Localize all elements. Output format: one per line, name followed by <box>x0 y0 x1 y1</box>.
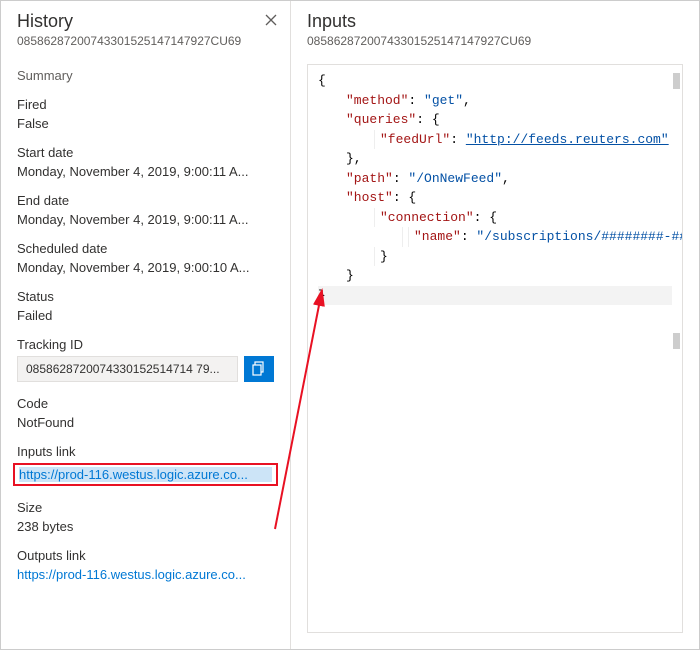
inputs-link-section: Inputs link https://prod-116.westus.logi… <box>17 444 274 486</box>
json-editor[interactable]: { "method": "get", "queries": { "feedUrl… <box>307 64 683 633</box>
inputs-title: Inputs <box>307 11 683 32</box>
history-body: Summary Fired False Start date Monday, N… <box>1 54 290 649</box>
fired-label: Fired <box>17 97 274 112</box>
close-icon[interactable] <box>262 11 280 29</box>
json-line: "method": "get", <box>318 91 672 111</box>
inputs-run-id: 08586287200743301525147147927CU69 <box>307 34 683 48</box>
size-value: 238 bytes <box>17 519 274 534</box>
json-line: "host": { <box>318 188 672 208</box>
end-date-section: End date Monday, November 4, 2019, 9:00:… <box>17 193 274 227</box>
outputs-link-label: Outputs link <box>17 548 274 563</box>
inputs-link[interactable]: https://prod-116.westus.logic.azure.co..… <box>19 467 272 482</box>
inputs-link-highlight: https://prod-116.westus.logic.azure.co..… <box>13 463 278 486</box>
fired-section: Fired False <box>17 97 274 131</box>
start-date-value: Monday, November 4, 2019, 9:00:11 A... <box>17 164 274 179</box>
json-line: "name": "/subscriptions/########-## <box>318 227 672 247</box>
code-section: Code NotFound <box>17 396 274 430</box>
outputs-link-section: Outputs link https://prod-116.westus.log… <box>17 548 274 582</box>
status-value: Failed <box>17 308 274 323</box>
inputs-link-label: Inputs link <box>17 444 274 459</box>
json-line: "connection": { <box>318 208 672 228</box>
start-date-section: Start date Monday, November 4, 2019, 9:0… <box>17 145 274 179</box>
json-line: } <box>318 286 672 306</box>
inputs-header: Inputs 08586287200743301525147147927CU69 <box>291 1 699 54</box>
history-run-id: 08586287200743301525147147927CU69 <box>17 34 274 48</box>
editor-scrollbar[interactable] <box>673 73 680 89</box>
editor-scrollbar[interactable] <box>673 333 680 349</box>
fired-value: False <box>17 116 274 131</box>
end-date-value: Monday, November 4, 2019, 9:00:11 A... <box>17 212 274 227</box>
tracking-id-value[interactable]: 0858628720074330152514714 79... <box>17 356 238 382</box>
code-label: Code <box>17 396 274 411</box>
summary-heading: Summary <box>17 68 274 83</box>
scheduled-date-value: Monday, November 4, 2019, 9:00:10 A... <box>17 260 274 275</box>
scheduled-date-section: Scheduled date Monday, November 4, 2019,… <box>17 241 274 275</box>
scheduled-date-label: Scheduled date <box>17 241 274 256</box>
end-date-label: End date <box>17 193 274 208</box>
history-header: History 08586287200743301525147147927CU6… <box>1 1 290 54</box>
json-line: }, <box>318 149 672 169</box>
size-section: Size 238 bytes <box>17 500 274 534</box>
json-line: { <box>318 71 672 91</box>
size-label: Size <box>17 500 274 515</box>
json-line: "queries": { <box>318 110 672 130</box>
history-title: History <box>17 11 274 32</box>
copy-button[interactable] <box>244 356 274 382</box>
status-label: Status <box>17 289 274 304</box>
status-section: Status Failed <box>17 289 274 323</box>
history-pane: History 08586287200743301525147147927CU6… <box>1 1 291 649</box>
inputs-pane: Inputs 08586287200743301525147147927CU69… <box>291 1 699 649</box>
json-line: "feedUrl": "http://feeds.reuters.com" <box>318 130 672 150</box>
json-line: "path": "/OnNewFeed", <box>318 169 672 189</box>
json-line: } <box>318 247 672 267</box>
code-value: NotFound <box>17 415 274 430</box>
outputs-link[interactable]: https://prod-116.westus.logic.azure.co..… <box>17 567 274 582</box>
start-date-label: Start date <box>17 145 274 160</box>
tracking-id-label: Tracking ID <box>17 337 274 352</box>
copy-icon <box>252 361 266 377</box>
json-line: } <box>318 266 672 286</box>
tracking-id-section: Tracking ID 0858628720074330152514714 79… <box>17 337 274 382</box>
